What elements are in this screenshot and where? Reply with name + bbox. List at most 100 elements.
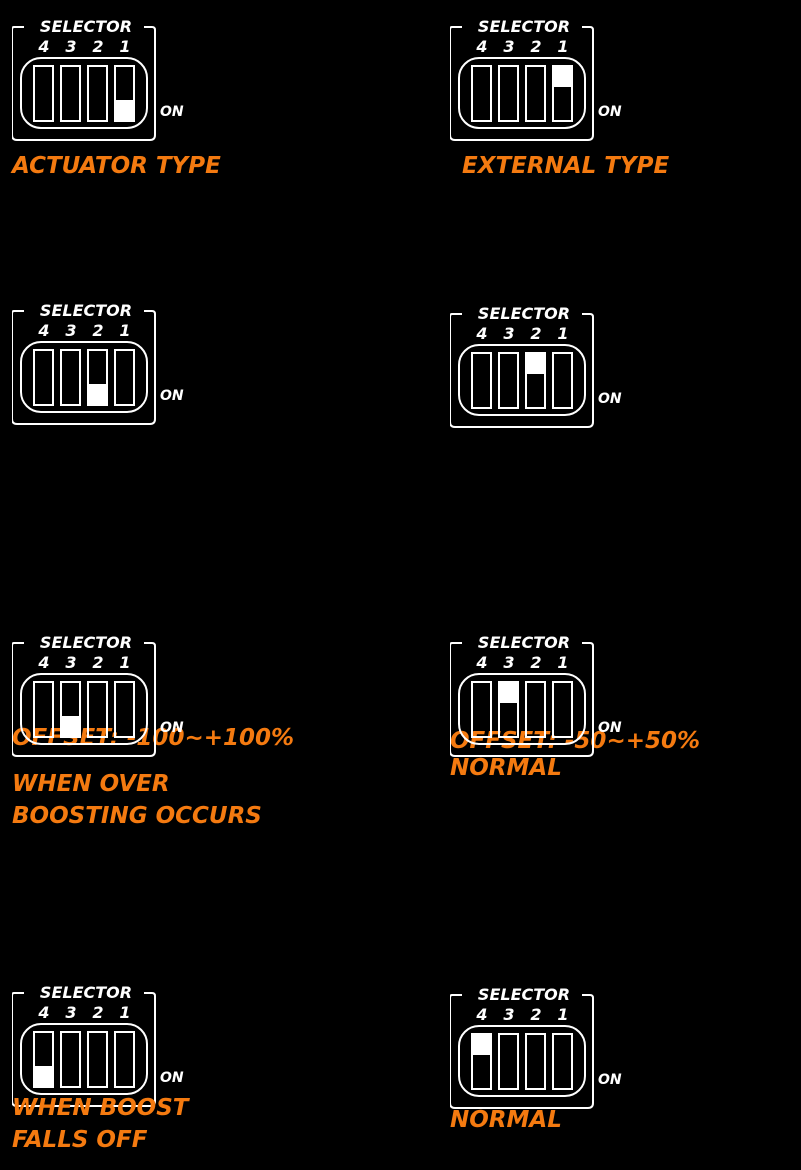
switch-2-slot [525, 681, 546, 738]
switch-3-slot [60, 65, 81, 122]
switch-2-slot [87, 681, 108, 738]
dip-switch: SELECTOR 4 3 2 1 ON [12, 634, 202, 759]
switch-number-label: 3 [503, 653, 515, 672]
switch-4-slot [471, 65, 492, 122]
switch-1-slot [552, 352, 573, 409]
dip-switch-panel: SELECTOR 4 3 2 1 ON OFFSET: -100~+100% [12, 302, 294, 751]
selector-label: SELECTOR [477, 304, 571, 323]
switch-number-label: 2 [92, 321, 104, 340]
switch-number-label: 2 [530, 324, 542, 343]
on-label: ON [598, 1072, 622, 1088]
on-label: ON [160, 720, 184, 736]
selector-label: SELECTOR [477, 633, 571, 652]
switch-number-label: 1 [557, 37, 569, 56]
switch-1-knob [116, 100, 133, 120]
switch-1-slot [114, 1031, 135, 1088]
switch-4-slot [33, 349, 54, 406]
switch-2-slot [87, 1031, 108, 1088]
switch-number-label: 3 [65, 321, 77, 340]
switch-number-label: 4 [476, 37, 488, 56]
dip-switch-panel: SELECTOR 4 3 2 1 ON OFFSET: -50~+50% [450, 305, 700, 754]
dip-switch: SELECTOR 4 3 2 1 ON [450, 18, 640, 143]
switch-number-label: 3 [503, 324, 515, 343]
switch-housing [458, 673, 586, 745]
dip-switch: SELECTOR 4 3 2 1 ON [450, 986, 640, 1111]
on-label: ON [160, 104, 184, 120]
switch-number-label: 2 [530, 37, 542, 56]
switch-number-label: 1 [119, 653, 131, 672]
switch-number-label: 2 [530, 653, 542, 672]
on-label: ON [160, 388, 184, 404]
switch-2-slot [87, 65, 108, 122]
selector-label: SELECTOR [477, 17, 571, 36]
dip-switch: SELECTOR 4 3 2 1 ON [450, 305, 640, 430]
switch-3-knob [62, 716, 79, 736]
switch-number-label: 4 [476, 324, 488, 343]
dip-switch: SELECTOR 4 3 2 1 ON [12, 18, 202, 143]
switch-4-knob [35, 1066, 52, 1086]
switch-3-slot [60, 349, 81, 406]
switch-number-label: 1 [119, 321, 131, 340]
switch-housing [20, 341, 148, 413]
switch-number-label: 3 [503, 1005, 515, 1024]
switch-number-label: 2 [92, 653, 104, 672]
switch-number-label: 4 [476, 653, 488, 672]
switch-2-slot [525, 1033, 546, 1090]
switch-number-label: 1 [557, 653, 569, 672]
switch-3-slot [498, 352, 519, 409]
switch-number-label: 3 [503, 37, 515, 56]
setting-caption: EXTERNAL TYPE [462, 153, 670, 179]
switch-1-slot [552, 681, 573, 738]
switch-number-label: 4 [38, 1003, 50, 1022]
switch-number-label: 4 [38, 37, 50, 56]
switch-number-label: 2 [92, 37, 104, 56]
switch-number-label: 4 [38, 653, 50, 672]
switch-4-slot [33, 681, 54, 738]
switch-3-knob [500, 683, 517, 703]
switch-3-slot [498, 1033, 519, 1090]
on-label: ON [160, 1070, 184, 1086]
dip-switch-panel: SELECTOR 4 3 2 1 ON WHEN BOOST FALLS OFF [12, 984, 202, 1153]
switch-number-label: 2 [530, 1005, 542, 1024]
switch-3-slot [498, 65, 519, 122]
switch-2-slot [525, 65, 546, 122]
switch-1-knob [554, 67, 571, 87]
switch-3-slot [60, 1031, 81, 1088]
dip-switch: SELECTOR 4 3 2 1 ON [12, 984, 202, 1109]
setting-caption: ACTUATOR TYPE [12, 153, 221, 179]
setting-caption: WHEN BOOST FALLS OFF [12, 1095, 189, 1153]
dip-switch-panel: SELECTOR 4 3 2 1 ON WHEN OVER BOOSTING OCCURS [12, 634, 262, 829]
on-label: ON [598, 104, 622, 120]
switch-housing [20, 673, 148, 745]
selector-label: SELECTOR [39, 17, 133, 36]
switch-1-slot [114, 681, 135, 738]
switch-number-label: 4 [38, 321, 50, 340]
dip-switch-panel: SELECTOR 4 3 2 1 ON NORMAL [450, 634, 640, 781]
setting-caption: NORMAL [450, 755, 562, 781]
switch-1-slot [552, 1033, 573, 1090]
switch-4-slot [471, 681, 492, 738]
switch-4-slot [471, 352, 492, 409]
switch-number-label: 3 [65, 1003, 77, 1022]
switch-2-knob [89, 384, 106, 404]
switch-number-label: 3 [65, 37, 77, 56]
switch-number-label: 2 [92, 1003, 104, 1022]
on-label: ON [598, 391, 622, 407]
dip-switch-panel: SELECTOR 4 3 2 1 ON EXTERNAL TYPE [450, 18, 669, 179]
selector-label: SELECTOR [39, 983, 133, 1002]
selector-label: SELECTOR [39, 301, 133, 320]
switch-housing [458, 344, 586, 416]
setting-caption: WHEN OVER BOOSTING OCCURS [12, 771, 262, 829]
switch-number-label: 3 [65, 653, 77, 672]
switch-number-label: 1 [557, 324, 569, 343]
setting-caption: NORMAL [450, 1107, 562, 1133]
switch-4-knob [473, 1035, 490, 1055]
switch-1-slot [114, 349, 135, 406]
dip-switch: SELECTOR 4 3 2 1 ON [12, 302, 202, 427]
switch-number-label: 1 [557, 1005, 569, 1024]
dip-switch-panel: SELECTOR 4 3 2 1 ON NORMAL [450, 986, 640, 1133]
switch-2-knob [527, 354, 544, 374]
switch-number-label: 1 [119, 37, 131, 56]
dip-switch: SELECTOR 4 3 2 1 ON [450, 634, 640, 759]
selector-label: SELECTOR [39, 633, 133, 652]
